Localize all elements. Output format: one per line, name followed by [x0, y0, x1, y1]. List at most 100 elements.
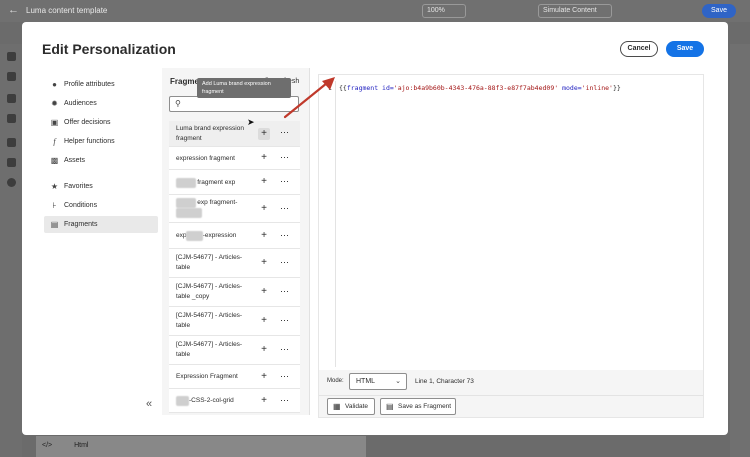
fragment-label: Luma brand expression fragment	[176, 125, 244, 142]
add-fragment-icon[interactable]: +	[258, 286, 270, 298]
cursor-status: Line 1, Character 73	[415, 378, 474, 385]
fragment-label: [CJM-54677] - Articles-table	[176, 254, 243, 271]
more-options-icon[interactable]: ⋯	[279, 315, 291, 326]
add-fragment-icon[interactable]: +	[258, 203, 270, 215]
background-topbar: ← Luma content template 100% Simulate Co…	[0, 0, 750, 22]
star-icon: ★	[50, 182, 59, 191]
more-options-icon[interactable]: ⋯	[279, 152, 291, 163]
gutter-divider	[335, 81, 336, 367]
mode-select[interactable]: HTML ⌄	[349, 373, 407, 390]
list-item[interactable]: xxxx-CSS-2-col-grid + ⋯	[169, 389, 300, 413]
add-icon	[7, 52, 16, 61]
nav-item-label: Profile attributes	[64, 81, 115, 88]
add-fragment-icon[interactable]: +	[258, 371, 270, 383]
redacted-text: xxxx	[176, 396, 189, 406]
save-button[interactable]: Save	[666, 41, 704, 57]
add-fragment-icon[interactable]: +	[258, 395, 270, 407]
nav-item-conditions[interactable]: ⊦ Conditions	[44, 197, 158, 214]
code-token: mode=	[558, 84, 582, 92]
more-options-icon[interactable]: ⋯	[279, 395, 291, 406]
list-item[interactable]: [CJM-54677] - Articles-table + ⋯	[169, 249, 300, 278]
list-item[interactable]: [CJM-54677] - Articles-table _copy + ⋯	[169, 278, 300, 307]
add-fragment-icon[interactable]: +	[258, 230, 270, 242]
redacted-text: xxxxxx	[176, 178, 196, 188]
nav-item-audiences[interactable]: ✹ Audiences	[44, 95, 158, 112]
background-html-tag: Html	[74, 442, 89, 449]
fragment-label: [CJM-54677] - Articles-table _copy	[176, 283, 243, 300]
branch-icon: ⊦	[52, 201, 57, 210]
save-as-fragment-label: Save as Fragment	[398, 403, 452, 410]
more-options-icon[interactable]: ⋯	[279, 371, 291, 382]
background-left-rail	[0, 44, 22, 457]
grid-icon	[7, 158, 16, 167]
more-options-icon[interactable]: ⋯	[279, 286, 291, 297]
code-editor[interactable]: 1 {{fragment id='ajo:b4a9b60b-4343-476a-…	[319, 75, 703, 370]
save-as-fragment-button[interactable]: ▤ Save as Fragment	[380, 398, 456, 415]
add-fragment-icon[interactable]: +	[258, 344, 270, 356]
list-item[interactable]: [CJM-54677] - Articles-table + ⋯	[169, 307, 300, 336]
more-options-icon[interactable]: ⋯	[279, 127, 291, 138]
more-options-icon[interactable]: ⋯	[279, 344, 291, 355]
background-right-rail	[730, 44, 750, 457]
zoom-select: 100%	[422, 4, 466, 18]
fragment-label: xxxx-CSS-2-col-grid	[176, 396, 252, 406]
collapse-panel-icon[interactable]: «	[146, 398, 152, 410]
more-options-icon[interactable]: ⋯	[279, 257, 291, 268]
more-options-icon[interactable]: ⋯	[279, 176, 291, 187]
add-fragment-icon[interactable]: +	[258, 315, 270, 327]
list-item[interactable]: expression fragment + ⋯	[169, 147, 300, 170]
add-fragment-icon[interactable]: +	[258, 176, 270, 188]
user-icon: ●	[52, 80, 57, 89]
list-item[interactable]: [CJM-54677] - Articles-table + ⋯	[169, 336, 300, 365]
editor-action-bar: ▦ Validate ▤ Save as Fragment	[319, 395, 703, 417]
nav-item-label: Audiences	[64, 100, 97, 107]
nav-item-assets[interactable]: ▩ Assets	[44, 152, 158, 169]
fragment-label-text: -expression	[202, 232, 237, 239]
add-fragment-icon[interactable]: +	[258, 257, 270, 269]
fragment-label-text: exp	[176, 232, 187, 239]
nav-item-favorites[interactable]: ★ Favorites	[44, 178, 158, 195]
background-title: Luma content template	[26, 6, 108, 15]
help-icon	[7, 178, 16, 187]
mouse-pointer-icon: ➤	[247, 117, 255, 127]
list-item[interactable]: xxxxxx exp fragment-xxxxxxxx + ⋯	[169, 195, 300, 223]
image-icon	[7, 94, 16, 103]
more-options-icon[interactable]: ⋯	[279, 203, 291, 214]
search-icon: ⚲	[175, 99, 181, 108]
search-input[interactable]: ⚲	[169, 96, 299, 112]
validate-button[interactable]: ▦ Validate	[327, 398, 375, 415]
redacted-text: xxxxxx	[176, 198, 196, 208]
fragment-label: expression fragment	[176, 155, 235, 162]
nav-item-label: Offer decisions	[64, 119, 111, 126]
back-arrow-icon: ←	[8, 4, 19, 16]
code-line: {{fragment id='ajo:b4a9b60b-4343-476a-88…	[339, 84, 621, 92]
nav-item-fragments[interactable]: ▤ Fragments	[44, 216, 158, 233]
link-icon	[7, 138, 16, 147]
code-token: 'inline'	[581, 84, 613, 92]
add-fragment-icon[interactable]: +	[258, 152, 270, 164]
mode-label: Mode:	[327, 378, 344, 384]
nav-item-label: Favorites	[64, 183, 93, 190]
nav-item-helper-functions[interactable]: f Helper functions	[44, 133, 158, 150]
simulate-content-button: Simulate Content	[538, 4, 612, 18]
annotation-arrow-icon	[283, 77, 335, 119]
nav-item-profile-attributes[interactable]: ● Profile attributes	[44, 76, 158, 93]
add-fragment-icon[interactable]: +	[258, 128, 270, 140]
fragment-icon: ▤	[50, 220, 59, 229]
list-item[interactable]: Luma brand expression fragment + ⋯	[169, 121, 300, 147]
cancel-button[interactable]: Cancel	[620, 41, 658, 57]
more-options-icon[interactable]: ⋯	[279, 230, 291, 241]
audiences-icon: ✹	[51, 99, 58, 108]
list-item[interactable]: xxxxxx fragment exp + ⋯	[169, 170, 300, 195]
nav-item-label: Helper functions	[64, 138, 115, 145]
redacted-text: xxxxx	[186, 231, 203, 241]
list-item[interactable]: expxxxxx-expression + ⋯	[169, 223, 300, 249]
code-token: fragment id=	[346, 84, 394, 92]
nav-item-offer-decisions[interactable]: ▣ Offer decisions	[44, 114, 158, 131]
chevron-down-icon: ⌄	[395, 378, 401, 385]
nav-item-label: Assets	[64, 157, 86, 164]
code-icon: </>	[42, 442, 53, 449]
fragment-label: xxxxxx fragment exp	[176, 178, 252, 188]
list-item[interactable]: Expression Fragment + ⋯	[169, 365, 300, 389]
validate-label: Validate	[345, 403, 369, 410]
